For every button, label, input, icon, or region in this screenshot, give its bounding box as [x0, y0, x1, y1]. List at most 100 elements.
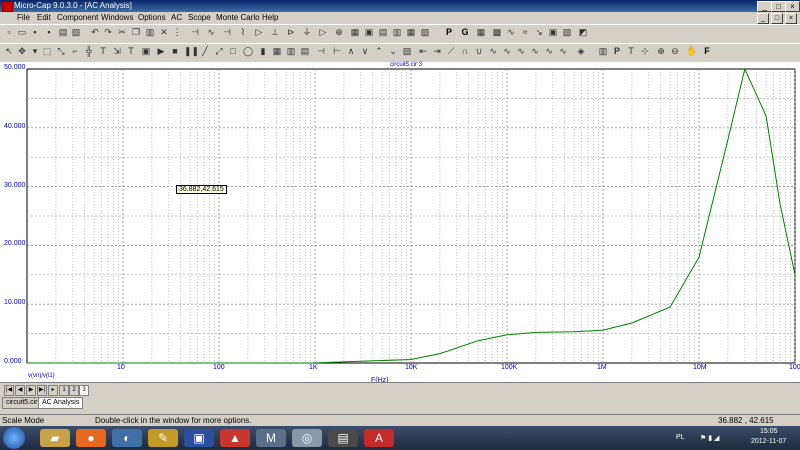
next-page-icon[interactable]: ▶: [26, 385, 36, 396]
menu-component[interactable]: Component: [57, 13, 98, 22]
scale-y-icon[interactable]: ⊣: [316, 46, 326, 56]
zoom-in-icon[interactable]: ⊕: [656, 46, 666, 56]
wave-f-icon[interactable]: ∿: [558, 46, 568, 56]
pointer-icon[interactable]: ✥: [17, 46, 27, 56]
menu-windows[interactable]: Windows: [101, 13, 133, 22]
save-icon[interactable]: ▪: [30, 27, 40, 37]
tray-icons[interactable]: ⚑ ▮ ◢: [700, 434, 719, 442]
cursor-readout-box[interactable]: 36.882,42.615: [176, 185, 227, 194]
scale-icon[interactable]: ⇲: [112, 46, 122, 56]
scale-x-icon[interactable]: ⊢: [332, 46, 342, 56]
layout1-icon[interactable]: ▦: [272, 46, 282, 56]
tools-icon[interactable]: ✎: [148, 429, 178, 447]
menu-file[interactable]: File: [17, 13, 30, 22]
window-horizontal-icon[interactable]: ▤: [378, 27, 388, 37]
pan-icon[interactable]: ⤡: [56, 46, 66, 56]
mdi-minimize-button[interactable]: _: [757, 13, 769, 24]
rectangle-icon[interactable]: □: [228, 46, 238, 56]
undo-icon[interactable]: ↶: [90, 27, 100, 37]
close-button[interactable]: ×: [785, 1, 800, 12]
f-button[interactable]: F: [702, 46, 712, 56]
probe-point-icon[interactable]: ⊹: [640, 46, 650, 56]
tab-ac-analysis[interactable]: AC Analysis: [38, 397, 84, 409]
cursor-left-icon[interactable]: ⇤: [418, 46, 428, 56]
app-m-icon[interactable]: M: [256, 429, 286, 447]
probe-icon[interactable]: ↘: [534, 27, 544, 37]
line-icon[interactable]: ╱: [200, 46, 210, 56]
cursor-right-icon[interactable]: ⇥: [432, 46, 442, 56]
paste-icon[interactable]: ▥: [145, 27, 155, 37]
dropdown-icon[interactable]: ▾: [30, 46, 40, 56]
menu-monte-carlo[interactable]: Monte Carlo: [216, 13, 260, 22]
new-file-icon[interactable]: ▫: [4, 27, 14, 37]
palette-icon[interactable]: ◈: [576, 46, 586, 56]
wave-c-icon[interactable]: ∿: [516, 46, 526, 56]
plot-area[interactable]: circuit5.cir 3 36.882,42.615 F(Hz) v(vn)…: [0, 62, 800, 384]
bus-icon[interactable]: ╬: [84, 46, 94, 56]
pause-icon[interactable]: ❚❚: [184, 46, 199, 56]
clock-date[interactable]: 2012-11-07: [751, 438, 786, 445]
slope-icon[interactable]: ⟋: [446, 46, 456, 56]
capacitor-icon[interactable]: ⊣: [222, 27, 232, 37]
window-arrange-icon[interactable]: ▦: [406, 27, 416, 37]
text-t-icon[interactable]: T: [98, 46, 108, 56]
table-view-icon[interactable]: ▥: [598, 46, 608, 56]
waveform2-icon[interactable]: ≈: [520, 27, 530, 37]
menu-help[interactable]: Help: [262, 13, 278, 22]
properties-icon[interactable]: ▣: [141, 46, 151, 56]
wire-icon[interactable]: ⌐: [70, 46, 80, 56]
cd-icon[interactable]: ◎: [292, 429, 322, 447]
clock-time[interactable]: 15:05: [760, 428, 778, 435]
chart-icon[interactable]: ◩: [578, 27, 588, 37]
print-icon[interactable]: ▤: [58, 27, 68, 37]
delete-icon[interactable]: ✕: [159, 27, 169, 37]
page-tab-1[interactable]: 1: [59, 385, 69, 396]
mdi-restore-button[interactable]: □: [771, 13, 783, 24]
open-folder-icon[interactable]: ▭: [17, 27, 27, 37]
floppy-icon[interactable]: ▣: [184, 429, 214, 447]
mdi-close-button[interactable]: ×: [785, 13, 797, 24]
menu-edit[interactable]: Edit: [37, 13, 51, 22]
resistor-icon[interactable]: ∿: [206, 27, 216, 37]
cursor-box-icon[interactable]: ▨: [402, 46, 412, 56]
start-button[interactable]: [3, 427, 25, 449]
inductor-icon[interactable]: ⌇: [238, 27, 248, 37]
table-icon[interactable]: ▦: [476, 27, 486, 37]
trace-expression[interactable]: v(vn)/v(i1): [28, 373, 55, 379]
window-vertical-icon[interactable]: ▥: [392, 27, 402, 37]
page-tab-3[interactable]: 3: [79, 385, 89, 396]
maximize-button[interactable]: □: [771, 1, 786, 12]
app-a-icon[interactable]: ▲: [220, 429, 250, 447]
peak-wave-icon[interactable]: ∩: [460, 46, 470, 56]
redo-icon[interactable]: ↷: [103, 27, 113, 37]
language-indicator[interactable]: PL: [676, 434, 685, 441]
layout3-icon[interactable]: ▤: [300, 46, 310, 56]
menu-scope[interactable]: Scope: [188, 13, 211, 22]
prev-page-icon[interactable]: ◀: [15, 385, 25, 396]
layout2-icon[interactable]: ▥: [286, 46, 296, 56]
low-icon[interactable]: ⌄: [388, 46, 398, 56]
window-tile-icon[interactable]: ▦: [350, 27, 360, 37]
firefox-icon[interactable]: ●: [76, 429, 106, 447]
network-icon[interactable]: ◐: [112, 429, 142, 447]
tab-circuit5[interactable]: circuit5.cir: [2, 397, 42, 409]
valley-icon[interactable]: ∨: [360, 46, 370, 56]
wave-a-icon[interactable]: ∿: [488, 46, 498, 56]
menu-ac[interactable]: AC: [171, 13, 182, 22]
ellipse-icon[interactable]: ◯: [243, 46, 253, 56]
battery-icon[interactable]: ⊥: [270, 27, 280, 37]
g-button[interactable]: G: [460, 27, 470, 37]
page-end-icon[interactable]: ▸: [48, 385, 58, 396]
text-icon[interactable]: T: [126, 46, 136, 56]
run-icon[interactable]: ▶: [156, 46, 166, 56]
diode-icon[interactable]: ▷: [254, 27, 264, 37]
wave-d-icon[interactable]: ∿: [530, 46, 540, 56]
page-tab-2[interactable]: 2: [69, 385, 79, 396]
fill-icon[interactable]: ▮: [258, 46, 268, 56]
line-arrow-icon[interactable]: ⤢: [214, 46, 224, 56]
node-icon[interactable]: ⊕: [334, 27, 344, 37]
window-split-icon[interactable]: ▧: [420, 27, 430, 37]
component-icon[interactable]: ⊣: [190, 27, 200, 37]
text-probe-icon[interactable]: T: [626, 46, 636, 56]
analysis-icon[interactable]: ▣: [548, 27, 558, 37]
